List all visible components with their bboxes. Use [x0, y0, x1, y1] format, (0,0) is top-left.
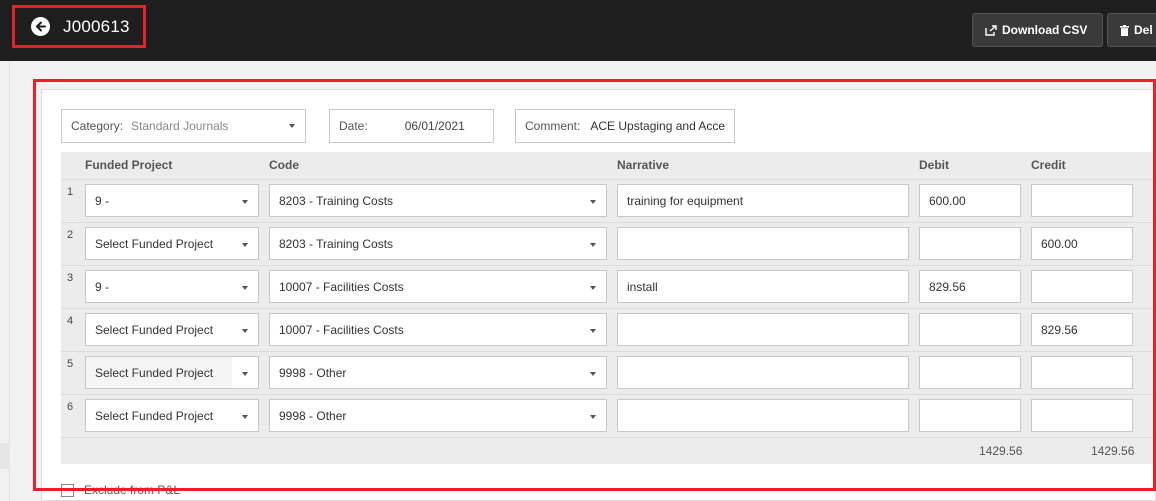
page-title-group: J000613 [12, 5, 146, 48]
page-title: J000613 [63, 16, 130, 36]
arrow-left-circle-icon[interactable] [31, 17, 50, 36]
trash-icon [1120, 24, 1129, 36]
download-csv-label: Download CSV [1002, 23, 1088, 37]
delete-label: Del [1134, 23, 1153, 37]
download-csv-button[interactable]: Download CSV [972, 13, 1103, 47]
delete-button[interactable]: Del [1107, 13, 1156, 47]
top-bar: J000613 Download CSV Del [0, 0, 1156, 61]
export-icon [985, 24, 997, 36]
highlight-frame [33, 79, 1156, 491]
sidebar-marker [0, 443, 10, 469]
left-sidebar-strip [0, 61, 10, 501]
